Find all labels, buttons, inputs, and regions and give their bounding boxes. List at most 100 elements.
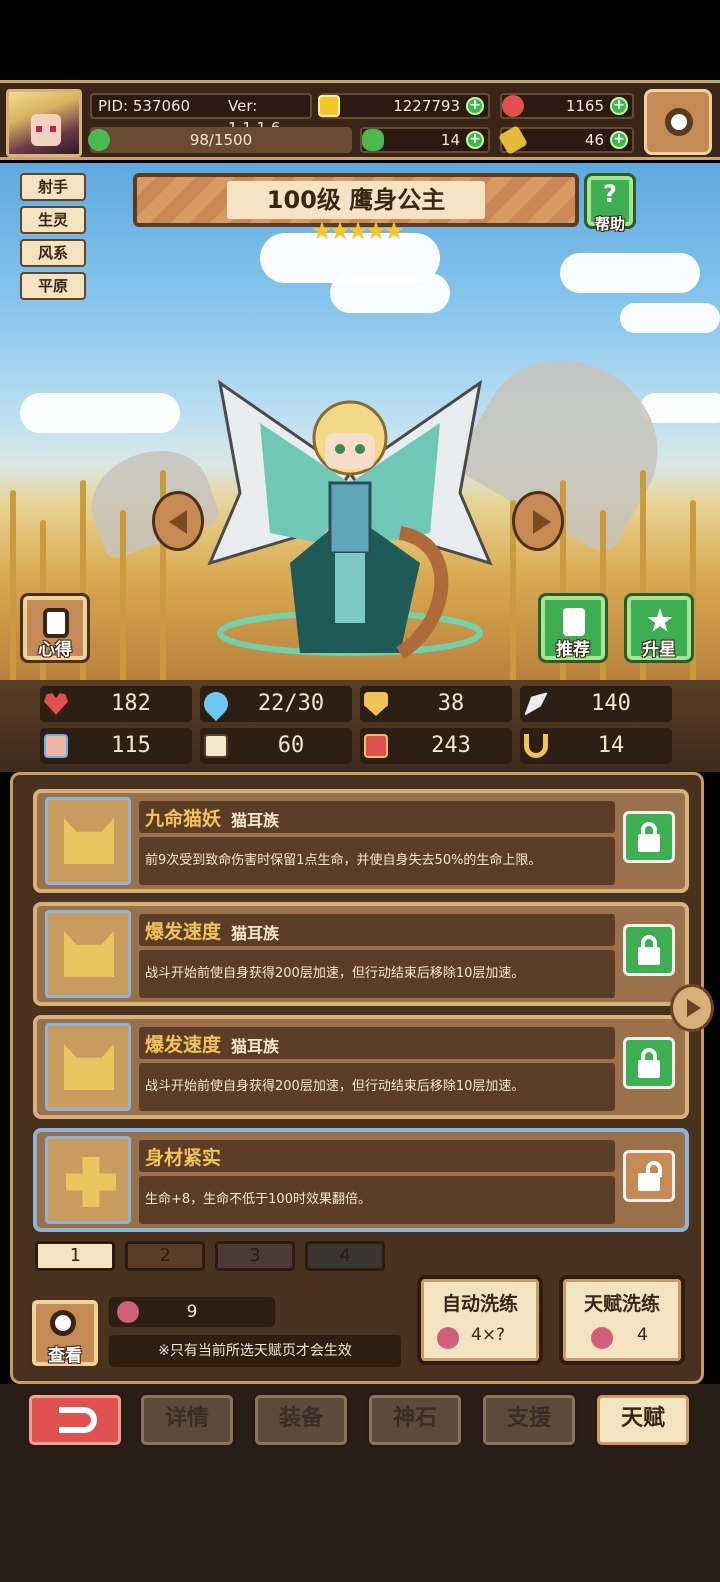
talent-race: 猫耳族: [231, 811, 280, 830]
class-tag[interactable]: 射手: [20, 173, 86, 201]
cross-icon: [45, 1136, 131, 1224]
mana-value: 22/30: [257, 691, 325, 716]
talent-reroll-cost: 4: [637, 1325, 648, 1345]
thumbs-up-icon: [563, 608, 585, 636]
stat-magic: 60: [200, 728, 352, 764]
player-id: PID: 537060: [98, 97, 191, 115]
nav-equipment[interactable]: 装备: [252, 1392, 350, 1448]
talent-race: 猫耳族: [231, 924, 280, 943]
nav-godstone[interactable]: 神石: [366, 1392, 464, 1448]
talent-slot-3[interactable]: 爆发速度 猫耳族 战斗开始前使自身获得200层加速，但行动结束后移除10层加速。: [33, 1015, 689, 1119]
clover-box: 14 +: [360, 127, 490, 153]
back-arrow-icon: [59, 1407, 97, 1433]
add-gem-button[interactable]: +: [610, 97, 628, 115]
horseshoe-icon: [524, 734, 548, 758]
help-button[interactable]: ? 帮助: [584, 173, 636, 233]
talent-description: 战斗开始前使自身获得200层加速，但行动结束后移除10层加速。: [139, 1063, 615, 1111]
talent-slot-1[interactable]: 九命猫妖 猫耳族 前9次受到致命伤害时保留1点生命，并使自身失去50%的生命上限…: [33, 789, 689, 893]
cat-icon: [45, 1023, 131, 1111]
talent-slot-2[interactable]: 爆发速度 猫耳族 战斗开始前使自身获得200层加速，但行动结束后移除10层加速。: [33, 902, 689, 1006]
side-arrow-button[interactable]: [670, 984, 714, 1032]
talent-page-tab-4[interactable]: 4: [305, 1241, 385, 1271]
upstar-label: 升星: [642, 640, 676, 660]
nav-details[interactable]: 详情: [138, 1392, 236, 1448]
player-avatar[interactable]: [6, 89, 82, 157]
stat-potion: 243: [360, 728, 512, 764]
gold-amount: 1227793: [393, 97, 460, 115]
nav-talent[interactable]: 天赋: [594, 1392, 692, 1448]
cat-icon: [45, 797, 131, 885]
magic-value: 60: [277, 733, 305, 758]
stat-defense: 38: [360, 686, 512, 722]
talent-page-tab-1[interactable]: 1: [35, 1241, 115, 1271]
settings-button[interactable]: [644, 89, 712, 155]
ruby-icon: [502, 95, 524, 117]
stat-speed: 140: [520, 686, 672, 722]
talent-page-tab-3[interactable]: 3: [215, 1241, 295, 1271]
view-button[interactable]: 查看: [29, 1297, 101, 1369]
attack-value: 115: [111, 733, 151, 758]
top-bar: PID: 537060 Ver: 1.1.1.6 1227793 + 1165 …: [0, 80, 720, 160]
auto-reroll-button[interactable]: 自动洗练 4×?: [417, 1275, 543, 1365]
stat-attack: 115: [40, 728, 192, 764]
wing-icon: [524, 692, 548, 716]
unlock-button[interactable]: [623, 1150, 675, 1202]
chevron-left-icon: [169, 510, 187, 534]
auto-reroll-cost: 4×?: [471, 1325, 506, 1345]
prev-hero-button[interactable]: [152, 491, 204, 551]
hero-scene: 射手 生灵 风系 平原 100级 鹰身公主 ? 帮助 心得 推荐 升星: [0, 163, 720, 680]
upstar-button[interactable]: 升星: [624, 593, 694, 663]
terrain-tag[interactable]: 平原: [20, 272, 86, 300]
lock-icon: [638, 834, 660, 852]
recommend-label: 推荐: [556, 640, 590, 660]
back-button[interactable]: [26, 1392, 124, 1448]
fruit-counter: 9: [109, 1297, 275, 1327]
lock-button[interactable]: [623, 924, 675, 976]
fruit-icon: [591, 1327, 613, 1349]
race-tag[interactable]: 生灵: [20, 206, 86, 234]
talent-name: 九命猫妖: [145, 808, 222, 830]
recommend-button[interactable]: 推荐: [538, 593, 608, 663]
gold-box: 1227793 +: [318, 93, 490, 119]
notes-button[interactable]: 心得: [20, 593, 90, 663]
nav-support[interactable]: 支援: [480, 1392, 578, 1448]
luck-value: 14: [597, 733, 625, 758]
energy-bar: 98/1500: [88, 127, 352, 153]
talent-description: 战斗开始前使自身获得200层加速，但行动结束后移除10层加速。: [139, 950, 615, 998]
unlocked-icon: [638, 1173, 660, 1191]
fruit-count: 9: [186, 1302, 198, 1322]
cat-icon: [45, 910, 131, 998]
stat-hp: 182: [40, 686, 192, 722]
add-gold-button[interactable]: +: [466, 97, 484, 115]
talent-panel: 九命猫妖 猫耳族 前9次受到致命伤害时保留1点生命，并使自身失去50%的生命上限…: [10, 772, 704, 1384]
lock-button[interactable]: [623, 1037, 675, 1089]
lock-button[interactable]: [623, 811, 675, 863]
help-label: 帮助: [594, 215, 625, 233]
element-tag[interactable]: 风系: [20, 239, 86, 267]
hero-title-banner: 100级 鹰身公主: [133, 173, 579, 227]
next-hero-button[interactable]: [512, 491, 564, 551]
lock-icon: [638, 1060, 660, 1078]
star-outline-icon: [647, 608, 673, 632]
clover-amount: 14: [440, 131, 460, 149]
book-icon: [204, 734, 228, 758]
add-key-button[interactable]: +: [610, 131, 628, 149]
add-clover-button[interactable]: +: [466, 131, 484, 149]
chevron-right-icon: [687, 999, 701, 1017]
gem-amount: 1165: [565, 97, 604, 115]
talent-race: 猫耳族: [231, 1037, 280, 1056]
potion-icon: [364, 734, 388, 758]
defense-value: 38: [437, 691, 465, 716]
auto-reroll-label: 自动洗练: [441, 1293, 518, 1315]
fist-icon: [44, 734, 68, 758]
hero-character: [207, 379, 493, 659]
gear-icon: [665, 108, 693, 136]
talent-reroll-button[interactable]: 天赋洗练 4: [559, 1275, 685, 1365]
hero-title: 100级 鹰身公主: [227, 181, 485, 219]
question-icon: ?: [603, 180, 617, 208]
talent-name: 爆发速度: [145, 1034, 222, 1056]
talent-page-tab-2[interactable]: 2: [125, 1241, 205, 1271]
magnifier-icon: [50, 1310, 76, 1336]
pid-version-box: PID: 537060 Ver: 1.1.1.6: [90, 93, 312, 137]
talent-slot-4[interactable]: 身材紧实 生命+8，生命不低于100时效果翻倍。: [33, 1128, 689, 1232]
